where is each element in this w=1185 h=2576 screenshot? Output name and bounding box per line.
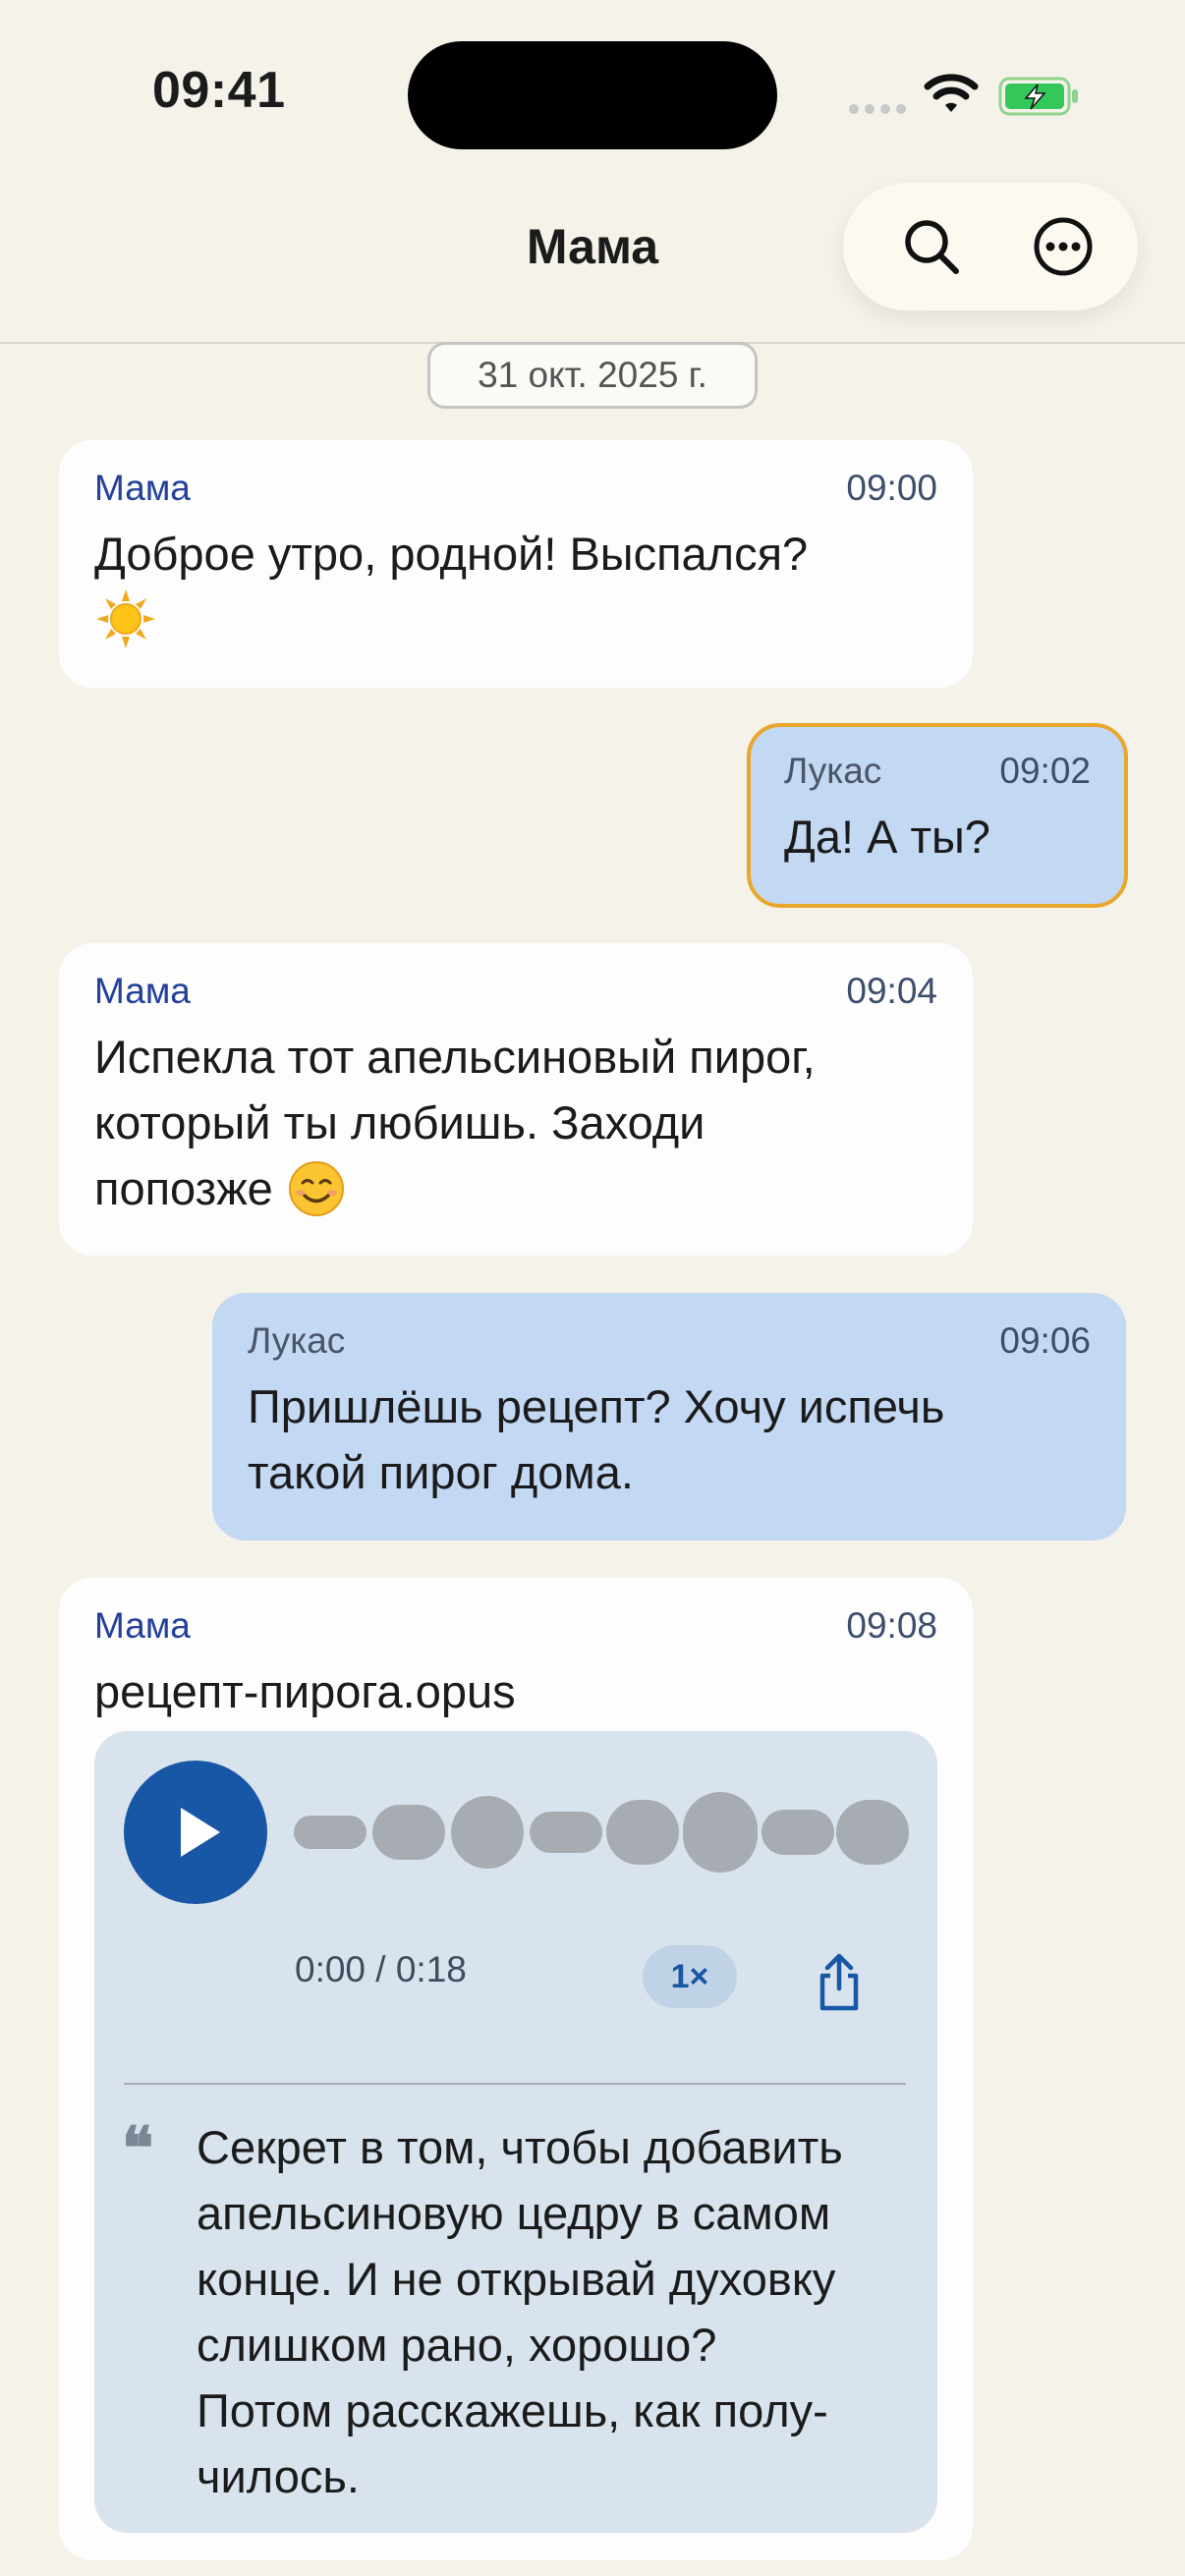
battery-charging-icon [998, 77, 1081, 121]
transcript-line: Секрет в том, чтобы добавить [197, 2121, 843, 2173]
share-button[interactable] [816, 1953, 863, 2017]
message-text: Испекла тот апельсиновый пирог, который … [94, 1024, 816, 1221]
message-text: Да! А ты? [784, 811, 990, 863]
message-text: Пришлёшь рецепт? Хочу испечь такой пирог… [248, 1373, 944, 1505]
cellular-signal-icon [849, 104, 906, 116]
message-time: 09:04 [846, 971, 937, 1011]
transcript-line: Потом расскажешь, как полу- [197, 2384, 828, 2436]
more-icon [1034, 217, 1093, 276]
message-bubble-incoming[interactable]: Мама 09:04 Испекла тот апельсиновый пиро… [59, 943, 973, 1256]
search-button[interactable] [892, 207, 971, 286]
share-icon [819, 1953, 859, 2011]
transcript-line: апельсиновую цедру в самом [197, 2187, 831, 2239]
wifi-icon [924, 73, 979, 119]
message-line: попозже [94, 1162, 273, 1214]
search-icon [905, 220, 959, 274]
status-time: 09:41 [152, 62, 286, 119]
message-line: Испекла тот апельсиновый пирог, [94, 1031, 816, 1083]
message-bubble-outgoing-highlighted[interactable]: Лукас 09:02 Да! А ты? [747, 723, 1128, 908]
file-name: рецепт-пирога.opus [94, 1665, 516, 1717]
message-text: Доброе утро, родной! Выспался? [94, 528, 809, 580]
smiling-face-emoji-icon [288, 1160, 344, 1216]
sender-name: Лукас [784, 751, 882, 791]
transcript-line: слишком рано, хорошо? [197, 2319, 717, 2371]
sender-name: Лукас [248, 1320, 346, 1361]
transcript-line: конце. И не открывай духовку [197, 2253, 836, 2305]
sun-emoji-icon [96, 589, 155, 648]
playback-time: 0:00 / 0:18 [295, 1949, 467, 1989]
message-time: 09:00 [846, 468, 937, 508]
sender-name: Мама [94, 1605, 191, 1646]
sender-name: Мама [94, 468, 191, 508]
message-bubble-incoming[interactable]: Мама 09:00 Доброе утро, родной! Выспался… [59, 440, 973, 688]
playback-speed-button[interactable]: 1× [643, 1945, 737, 2008]
date-separator: 31 окт. 2025 г. [427, 342, 758, 409]
transcript-text: Секрет в том, чтобы добавить апельсинову… [197, 2114, 904, 2509]
message-line: такой пирог дома. [248, 1446, 634, 1498]
waveform[interactable] [94, 1731, 937, 1933]
transcript-divider [124, 2083, 906, 2085]
more-button[interactable] [1024, 207, 1102, 286]
message-time: 09:08 [846, 1605, 937, 1646]
quote-icon: ❝ [122, 2114, 154, 2183]
transcript-line: чилось. [197, 2450, 360, 2502]
message-time: 09:02 [999, 751, 1091, 791]
message-time: 09:06 [999, 1320, 1091, 1361]
header-actions [843, 183, 1138, 310]
dynamic-island [408, 41, 777, 149]
sender-name: Мама [94, 971, 191, 1011]
message-bubble-outgoing[interactable]: Лукас 09:06 Пришлёшь рецепт? Хочу испечь… [212, 1293, 1126, 1540]
voice-message-card: 0:00 / 0:18 1× ❝ Секрет в том, чтобы доб… [94, 1731, 937, 2533]
message-line: Пришлёшь рецепт? Хочу испечь [248, 1380, 945, 1432]
message-line: который ты любишь. Заходи [94, 1096, 705, 1148]
